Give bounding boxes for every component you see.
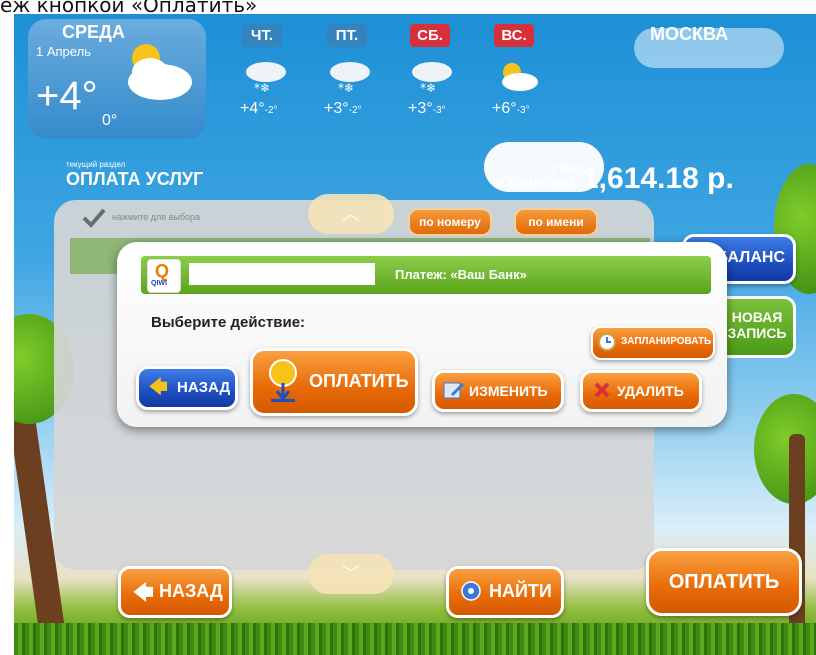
payment-title: Платеж: «Ваш Банк» xyxy=(395,267,527,282)
clock-icon xyxy=(597,332,617,352)
payment-name-field[interactable] xyxy=(189,263,375,285)
forecast-day-temp: +3° xyxy=(324,100,349,117)
bottom-pay-button[interactable]: ОПЛАТИТЬ xyxy=(646,548,802,616)
wallet-label-top: У ВАС xyxy=(550,162,586,176)
edit-icon xyxy=(443,380,465,400)
scroll-up-button[interactable]: ︿ xyxy=(308,194,394,234)
forecast-temp: +3°-3° xyxy=(408,100,446,118)
forecast-temp: +6°-3° xyxy=(492,100,530,118)
section-title: ОПЛАТА УСЛУГ xyxy=(66,169,204,189)
wallet-amount: 1,614.18 р. xyxy=(582,162,734,195)
wallet-label-bottom: В КОШЕЛЬКЕ: xyxy=(496,176,582,190)
list-hint: нажмите для выбора xyxy=(112,212,201,222)
snow-cloud-icon: *❄ xyxy=(244,58,288,98)
arrow-left-icon: 🡄 xyxy=(149,377,168,397)
bottom-back-label: НАЗАД xyxy=(159,581,223,601)
section-caption: текущий раздел xyxy=(66,160,126,169)
sort-by-name-button[interactable]: по имени xyxy=(514,208,598,236)
forecast-night-temp: -3° xyxy=(432,105,446,116)
forecast-night-temp: -3° xyxy=(516,105,530,116)
forecast-day-temp: +4° xyxy=(240,100,265,117)
dialog-back-label: НАЗАД xyxy=(177,379,231,396)
scroll-down-button[interactable]: ﹀ xyxy=(308,554,394,594)
qiwi-logo-text: QIWI xyxy=(151,280,167,287)
new-record-label: НОВАЯ ЗАПИСЬ xyxy=(727,309,787,341)
snow-cloud-icon: *❄ xyxy=(328,58,372,98)
qiwi-logo-icon: Q QIWI xyxy=(147,259,181,293)
chevron-down-icon: ﹀ xyxy=(342,564,360,584)
schedule-button[interactable]: ЗАПЛАНИРОВАТЬ xyxy=(591,326,715,360)
city-name[interactable]: МОСКВА xyxy=(650,24,728,45)
forecast-day-label: ВС. xyxy=(494,24,534,47)
bottom-back-button[interactable]: 🡄 НАЗАД xyxy=(118,566,232,618)
forecast-thu: ЧТ. xyxy=(242,24,282,47)
forecast-temp: +3°-2° xyxy=(324,100,362,118)
weather-today-night: 0° xyxy=(102,112,118,129)
forecast-day-temp: +6° xyxy=(492,100,517,117)
forecast-day-temp: +3° xyxy=(408,100,433,117)
forecast-temp: +4°-2° xyxy=(240,100,278,118)
forecast-sun: ВС. xyxy=(494,24,534,47)
find-button[interactable]: НАЙТИ xyxy=(446,566,564,618)
grass xyxy=(14,623,816,655)
dialog-edit-label: ИЗМЕНИТЬ xyxy=(469,383,548,399)
forecast-day-label: СБ. xyxy=(410,24,450,47)
schedule-label: ЗАПЛАНИРОВАТЬ xyxy=(621,336,712,347)
pay-touch-icon xyxy=(265,357,301,405)
forecast-day-label: ПТ. xyxy=(327,24,367,47)
sun-cloud-icon xyxy=(494,58,538,98)
dialog-prompt: Выберите действие: xyxy=(151,314,306,331)
delete-icon xyxy=(593,381,611,399)
bottom-pay-label: ОПЛАТИТЬ xyxy=(668,571,780,593)
dialog-pay-label: ОПЛАТИТЬ xyxy=(309,371,409,391)
weather-today-date: 1 Апрель xyxy=(36,44,91,59)
sort-by-number-button[interactable]: по номеру xyxy=(408,208,492,236)
forecast-day-label: ЧТ. xyxy=(242,24,282,47)
chevron-up-icon: ︿ xyxy=(342,204,360,224)
dialog-header: Q QIWI Платеж: «Ваш Банк» xyxy=(141,256,711,294)
dialog-edit-button[interactable]: ИЗМЕНИТЬ xyxy=(432,370,564,412)
forecast-night-temp: -2° xyxy=(348,105,362,116)
qiwi-logo-mark: Q xyxy=(155,261,170,281)
snow-cloud-icon: *❄ xyxy=(410,58,454,98)
check-icon xyxy=(82,208,106,228)
svg-text:*❄: *❄ xyxy=(254,81,270,95)
forecast-night-temp: -2° xyxy=(264,105,278,116)
tree-right-leaves xyxy=(754,394,816,504)
forecast-fri: ПТ. xyxy=(327,24,367,47)
forecast-sat: СБ. xyxy=(410,24,450,47)
sun-cloud-icon xyxy=(114,36,194,106)
dialog-delete-label: УДАЛИТЬ xyxy=(617,383,684,399)
dialog-delete-button[interactable]: УДАЛИТЬ xyxy=(580,370,702,412)
find-label: НАЙТИ xyxy=(489,581,552,601)
terminal-screen: СРЕДА 1 Апрель +4° 0° ЧТ. *❄ +4°-2° ПТ. … xyxy=(14,14,816,655)
dialog-pay-button[interactable]: ОПЛАТИТЬ xyxy=(250,348,418,416)
svg-text:*❄: *❄ xyxy=(420,81,436,95)
arrow-left-icon: 🡄 xyxy=(133,582,154,604)
search-icon xyxy=(461,581,481,601)
dialog-back-button[interactable]: 🡄 НАЗАД xyxy=(136,366,238,410)
svg-text:*❄: *❄ xyxy=(338,81,354,95)
weather-today-temp: +4° xyxy=(36,74,98,118)
